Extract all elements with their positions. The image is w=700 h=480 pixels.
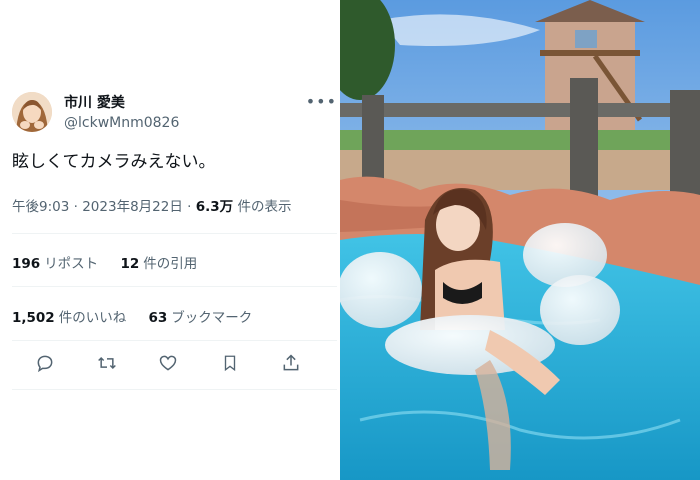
divider [12, 233, 337, 234]
reply-icon[interactable] [34, 352, 56, 374]
bookmarks-label: ブックマーク [171, 310, 253, 326]
like-icon[interactable] [157, 352, 179, 374]
divider [12, 389, 337, 390]
stats-row-reposts: 196 リポスト 12 件の引用 [12, 252, 215, 272]
quotes-label: 件の引用 [143, 256, 198, 272]
display-name[interactable]: 市川 愛美 [64, 93, 179, 113]
views-count: 6.3万 [195, 199, 234, 215]
divider [12, 340, 337, 341]
views-label: 件の表示 [237, 199, 292, 215]
quotes-stat[interactable]: 12 件の引用 [120, 256, 197, 272]
tweet-meta: 午後9:03 · 2023年8月22日 · 6.3万 件の表示 [12, 195, 291, 215]
user-names: 市川 愛美 @lckwMnm0826 [64, 93, 179, 133]
bookmarks-count: 63 [148, 310, 168, 326]
tweet-header: 市川 愛美 @lckwMnm0826 ••• [12, 92, 337, 134]
share-icon[interactable] [280, 352, 302, 374]
reposts-stat[interactable]: 196 リポスト [12, 256, 102, 272]
meta-separator: · [187, 199, 192, 215]
quotes-count: 12 [120, 256, 140, 272]
stats-row-likes: 1,502 件のいいね 63 ブックマーク [12, 306, 270, 326]
avatar[interactable] [12, 92, 52, 132]
repost-icon[interactable] [96, 352, 118, 374]
tweet-panel: 市川 愛美 @lckwMnm0826 ••• 眩しくてカメラみえない。 午後9:… [0, 0, 340, 480]
action-bar [12, 352, 324, 378]
meta-separator: · [73, 199, 78, 215]
likes-label: 件のいいね [58, 310, 127, 326]
tweet-photo[interactable] [340, 0, 700, 480]
user-handle[interactable]: @lckwMnm0826 [64, 113, 179, 133]
divider [12, 286, 337, 287]
bookmark-icon[interactable] [219, 352, 241, 374]
tweet-text: 眩しくてカメラみえない。 [12, 152, 216, 172]
bookmarks-stat[interactable]: 63 ブックマーク [149, 310, 253, 326]
tweet-time[interactable]: 午後9:03 [12, 199, 69, 215]
likes-count: 1,502 [12, 310, 55, 326]
tweet-date[interactable]: 2023年8月22日 [82, 199, 183, 215]
reposts-count: 196 [12, 256, 41, 272]
likes-stat[interactable]: 1,502 件のいいね [12, 310, 131, 326]
more-options-icon[interactable]: ••• [306, 92, 337, 111]
reposts-label: リポスト [44, 256, 99, 272]
